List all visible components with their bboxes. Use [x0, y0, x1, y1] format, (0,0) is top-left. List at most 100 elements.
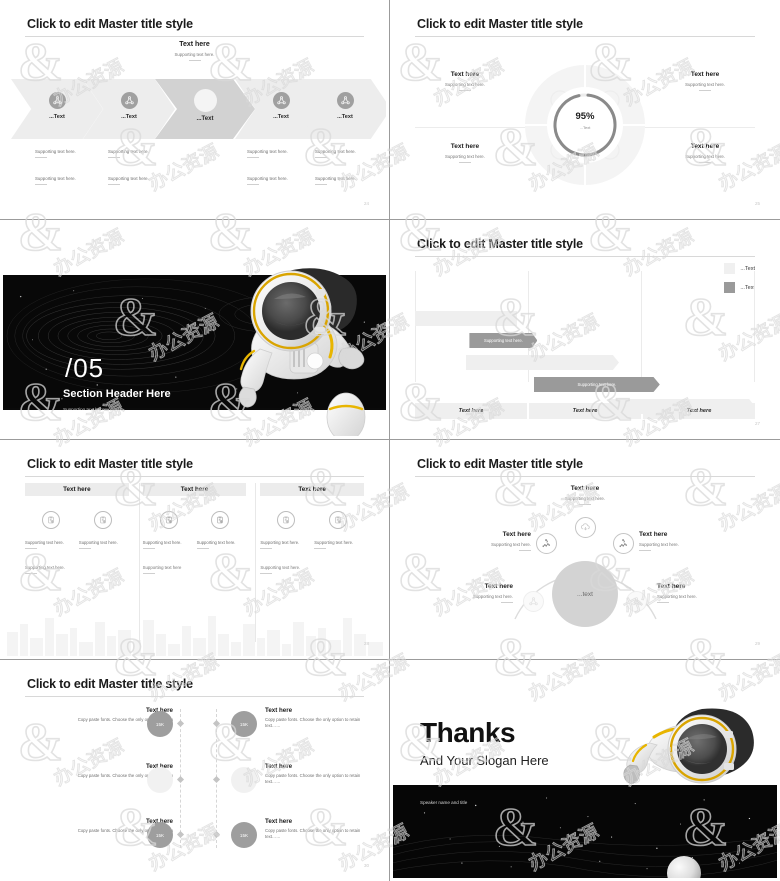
column-support: Supporting text here. — [196, 540, 236, 545]
quadrant-bottom-left: Text here Supporting text here. — [445, 143, 485, 163]
gantt-footer-cell[interactable]: Text here — [643, 403, 755, 419]
column-card-3[interactable]: Text here — [260, 483, 365, 642]
note-text: Supporting text here. — [247, 176, 288, 181]
timeline-marker — [212, 719, 221, 728]
timeline-bubble-right-2[interactable]: 15K — [231, 767, 257, 793]
note-text: Supporting text here. — [108, 176, 149, 181]
column-text-cell: Supporting text here. — [196, 540, 247, 549]
clipboard-check-icon — [93, 511, 112, 529]
accent-rule — [108, 184, 120, 185]
gantt-bar[interactable] — [415, 311, 517, 326]
timeline-bubble-right-3[interactable]: 15K — [231, 822, 257, 848]
timeline-item-right-2[interactable]: Text here Copy paste fonts. Choose the o… — [265, 763, 377, 786]
gantt-footer-cell[interactable]: Text here — [529, 403, 641, 419]
timeline-bubble-left-1[interactable]: 15K — [147, 711, 173, 737]
title-divider — [415, 256, 755, 257]
gantt-bar[interactable]: Supporting text here. — [534, 377, 660, 392]
timeline-item-right-3[interactable]: Text here Copy paste fonts. Choose the o… — [265, 818, 377, 841]
bubble-value: 15K — [240, 778, 248, 783]
arc-label-left-upper: Text here Supporting text here. — [421, 531, 531, 551]
slide-thumbnail-thanks[interactable]: Thanks And Your Slogan Here Speaker name… — [390, 660, 780, 881]
column-text-cell: Supporting text here. — [25, 565, 129, 574]
column-divider — [139, 483, 140, 642]
hexagon-step-row: ...Text ...Text ...Text — [11, 79, 386, 139]
column-support: Supporting text here. — [78, 540, 118, 545]
gantt-bar[interactable] — [466, 355, 619, 370]
column-text-row: Supporting text here. Supporting text he… — [142, 540, 247, 549]
accent-rule — [25, 573, 37, 574]
slide-thumbnail-donut-95[interactable]: Click to edit Master title style 95% ...… — [390, 0, 780, 220]
column-support: Supporting text here. — [25, 540, 75, 545]
column-icons — [260, 511, 364, 529]
column-support: Supporting text here. — [260, 565, 301, 570]
column-icons — [143, 511, 247, 529]
page-title: Click to edit Master title style — [417, 237, 583, 251]
column-card-2[interactable]: Text here — [142, 483, 247, 642]
arc-label-right-upper: Text here Supporting text here. — [639, 531, 749, 551]
timeline-marker — [176, 830, 185, 839]
accent-rule — [25, 548, 37, 549]
column-text-row: Supporting text here. Supporting text he… — [260, 540, 364, 549]
slide-page-number: 25 — [754, 201, 760, 206]
slide-page-number: 30 — [363, 863, 369, 868]
arc-support: Supporting text here. — [657, 594, 697, 599]
note-item: Supporting text here. — [35, 149, 76, 158]
arc-heading: Text here — [657, 583, 767, 590]
title-divider — [415, 36, 755, 37]
accent-rule — [314, 548, 327, 549]
section-number: /05 — [65, 353, 105, 383]
gantt-gridline — [754, 271, 755, 382]
column-card-1[interactable]: Text here Supporting text here. — [25, 483, 129, 642]
arc-heading: Text here — [393, 485, 777, 492]
title-divider — [25, 476, 364, 477]
accent-rule — [657, 602, 669, 603]
column-text-cell: Supporting text here. — [260, 565, 364, 574]
accent-rule — [458, 162, 471, 163]
bubble-value: 15K — [155, 721, 165, 727]
note-item: Supporting text here. — [315, 176, 356, 185]
page-title: Click to edit Master title style — [27, 457, 193, 471]
starfield-texture — [393, 785, 777, 878]
accent-rule — [501, 602, 513, 603]
node-money-chart-left[interactable] — [536, 533, 557, 554]
hexagon-step-label: ...Text — [196, 116, 214, 122]
node-download-cloud[interactable] — [575, 517, 596, 538]
section-heading: Section Header Here — [63, 388, 171, 400]
slide1-top-callout: Text here Supporting text here. — [3, 41, 386, 61]
node-money-chart-right[interactable] — [613, 533, 634, 554]
slide-page-number: 27 — [754, 421, 760, 426]
slide-thumbnail-arc-diagram[interactable]: Click to edit Master title style ...text — [390, 440, 780, 660]
arc-support: Supporting text here. — [639, 542, 679, 547]
center-circle: ...text — [552, 561, 618, 627]
timeline-item-right-1[interactable]: Text here Copy paste fonts. Choose the o… — [265, 707, 377, 730]
slide-thumbnail-gantt[interactable]: Click to edit Master title style ...Text… — [390, 220, 780, 440]
node-people-right[interactable] — [626, 591, 647, 612]
accent-rule — [35, 157, 47, 158]
gantt-chart: Supporting text here. Supporting text he… — [415, 271, 755, 414]
quadrant-heading: Text here — [445, 71, 485, 78]
slide-thumbnail-hexagon-process[interactable]: Click to edit Master title style Text he… — [0, 0, 390, 220]
gantt-bar[interactable]: Supporting text here. — [469, 333, 538, 348]
hexagon-step-label: ...Text — [49, 114, 65, 120]
slide-thumbnail-three-columns[interactable]: Click to edit Master title style Text he… — [0, 440, 390, 660]
column-group: Text here Supporting text here. Supporti… — [25, 483, 365, 642]
note-item: Supporting text here. — [247, 149, 288, 158]
accent-rule — [315, 157, 327, 158]
quadrant-support: Supporting text here. — [685, 154, 725, 159]
quadrant-support: Supporting text here. — [445, 154, 485, 159]
quadrant-support: Supporting text here. — [445, 82, 485, 87]
note-item: Supporting text here. — [247, 176, 288, 185]
slide-thumbnail-section-header[interactable]: /05 Section Header Here Supporting text … — [0, 220, 390, 440]
people-network-icon — [272, 92, 290, 109]
column-text-cell: Supporting text here — [142, 565, 247, 574]
slide-thumbnail-dual-timeline[interactable]: Click to edit Master title style Text he… — [0, 660, 390, 881]
timeline-bubble-left-3[interactable]: 15K — [147, 822, 173, 848]
bubble-value: 15K — [155, 777, 165, 783]
timeline-body: Copy paste fonts. Choose the only option… — [265, 717, 361, 729]
gantt-footer-cell[interactable]: Text here — [415, 403, 527, 419]
arc-label-left-lower: Text here Supporting text here. — [403, 583, 513, 603]
timeline-bubble-right-1[interactable]: 15K — [231, 711, 257, 737]
accent-rule — [247, 157, 259, 158]
timeline-bubble-left-2[interactable]: 15K — [147, 767, 173, 793]
node-people-left[interactable] — [523, 591, 544, 612]
